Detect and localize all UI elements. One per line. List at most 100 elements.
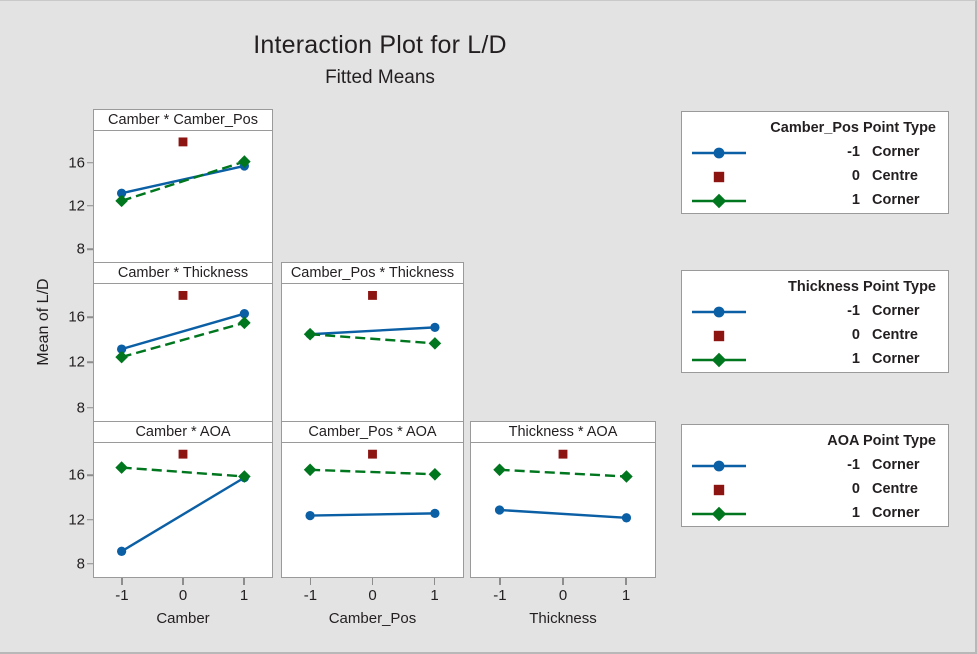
x-axis-title-thickness: Thickness xyxy=(529,610,597,627)
panel-plot-thickness-aoa xyxy=(471,443,655,577)
y-tick-mark xyxy=(87,361,93,364)
legend-point-type: Corner xyxy=(872,303,920,319)
panel-camber-aoa: Camber * AOA xyxy=(93,421,273,578)
legend-row: 0 Centre xyxy=(682,479,948,501)
panel-plot-camber-camber_pos xyxy=(94,131,272,262)
legend-point-type: Corner xyxy=(872,351,920,367)
y-axis-row-0: 8 12 16 xyxy=(53,130,93,260)
legend-row: -1 Corner xyxy=(682,142,948,164)
legend-row: -1 Corner xyxy=(682,301,948,323)
panel-title-camber-thickness: Camber * Thickness xyxy=(94,263,272,284)
y-tick-label: 12 xyxy=(68,197,85,215)
legend-marker-circle-icon xyxy=(690,142,748,164)
panel-title-camber_pos-thickness: Camber_Pos * Thickness xyxy=(282,263,463,284)
legend-camber_pos: Camber_Pos Point Type -1 Corner 0 Centre 1 Cor… xyxy=(681,111,949,214)
legend-row: 1 Corner xyxy=(682,503,948,525)
legend-value: -1 xyxy=(847,457,860,473)
legend-value: -1 xyxy=(847,144,860,160)
legend-point-type: Corner xyxy=(872,192,920,208)
y-tick-mark xyxy=(87,563,93,565)
panel-plot-camber_pos-thickness xyxy=(282,284,463,421)
legend-value: 0 xyxy=(851,327,860,343)
x-tick-label: 1 xyxy=(430,587,439,604)
legend-point-type: Corner xyxy=(872,457,920,473)
legend-row: -1 Corner xyxy=(682,455,948,477)
chart-title: Interaction Plot for L/D xyxy=(253,31,507,59)
panel-title-camber-aoa: Camber * AOA xyxy=(94,422,272,443)
x-tick-label: -1 xyxy=(493,587,507,604)
panel-plot-camber-thickness xyxy=(94,284,272,421)
y-axis-row-1: 8 12 16 xyxy=(53,283,93,419)
legend-point-type: Corner xyxy=(872,505,920,521)
y-tick-label: 12 xyxy=(68,511,85,529)
y-axis-title: Mean of L/D xyxy=(35,278,52,366)
legend-point-type: Centre xyxy=(872,481,918,497)
y-tick-label: 8 xyxy=(76,555,85,573)
y-tick-mark xyxy=(87,161,93,164)
x-tick-mark xyxy=(371,578,374,585)
legend-point-type: Centre xyxy=(872,168,918,184)
legend-marker-square-icon xyxy=(690,479,748,501)
legend-marker-circle-icon xyxy=(690,455,748,477)
legend-title-thickness: Thickness Point Type xyxy=(788,279,936,295)
x-axis-title-camber_pos: Camber_Pos xyxy=(328,610,417,627)
y-tick-label: 12 xyxy=(68,353,85,371)
legend-row: 0 Centre xyxy=(682,325,948,347)
panel-plot-camber_pos-aoa xyxy=(282,443,463,577)
x-tick-label: 1 xyxy=(239,587,249,604)
y-tick-label: 8 xyxy=(76,240,85,258)
legend-point-type: Corner xyxy=(872,144,920,160)
legend-aoa: AOA Point Type -1 Corner 0 Centre 1 Corner xyxy=(681,424,949,527)
panel-title-camber-camber_pos: Camber * Camber_Pos xyxy=(94,110,272,131)
x-axis-title-camber: Camber xyxy=(156,610,210,627)
x-tick-mark xyxy=(562,578,564,585)
panel-camber-camber_pos: Camber * Camber_Pos xyxy=(93,109,273,263)
x-tick-label: -1 xyxy=(303,587,318,604)
legend-marker-diamond-icon xyxy=(690,349,748,371)
x-tick-label: 0 xyxy=(178,587,188,604)
legend-row: 1 Corner xyxy=(682,349,948,371)
x-tick-mark xyxy=(182,578,184,585)
legend-point-type: Centre xyxy=(872,327,918,343)
y-tick-mark xyxy=(87,316,93,318)
x-tick-label: -1 xyxy=(115,587,129,604)
panel-thickness-aoa: Thickness * AOA xyxy=(470,421,656,578)
panel-plot-camber-aoa xyxy=(94,443,272,577)
y-axis-row-2: 8 12 16 xyxy=(53,442,93,575)
x-tick-label: 0 xyxy=(558,587,568,604)
interaction-plot-window: Interaction Plot for L/D Fitted Means Me… xyxy=(0,0,977,654)
x-tick-label: 1 xyxy=(621,587,631,604)
legend-marker-diamond-icon xyxy=(690,503,748,525)
legend-marker-diamond-icon xyxy=(690,190,748,212)
panel-camber_pos-aoa: Camber_Pos * AOA xyxy=(281,421,464,578)
legend-title-aoa: AOA Point Type xyxy=(827,433,936,449)
legend-value: 1 xyxy=(851,192,860,208)
legend-title-camber_pos: Camber_Pos Point Type xyxy=(770,120,936,136)
y-tick-mark xyxy=(87,518,93,521)
y-tick-mark xyxy=(87,205,93,207)
panel-title-camber_pos-aoa: Camber_Pos * AOA xyxy=(282,422,463,443)
x-tick-mark xyxy=(309,578,312,585)
legend-marker-square-icon xyxy=(690,166,748,188)
y-tick-mark xyxy=(87,474,93,476)
x-tick-mark xyxy=(433,578,436,585)
legend-value: 0 xyxy=(851,481,860,497)
x-tick-mark xyxy=(121,578,123,585)
legend-row: 0 Centre xyxy=(682,166,948,188)
y-tick-mark xyxy=(87,248,93,250)
y-tick-label: 16 xyxy=(68,308,85,326)
legend-value: 0 xyxy=(851,168,860,184)
panel-camber-thickness: Camber * Thickness xyxy=(93,262,273,422)
panel-camber_pos-thickness: Camber_Pos * Thickness xyxy=(281,262,464,422)
legend-value: 1 xyxy=(851,505,860,521)
legend-thickness: Thickness Point Type -1 Corner 0 Centre 1 Corn… xyxy=(681,270,949,373)
legend-row: 1 Corner xyxy=(682,190,948,212)
y-tick-label: 16 xyxy=(68,466,85,484)
x-tick-label: 0 xyxy=(368,587,377,604)
y-tick-label: 16 xyxy=(68,154,85,171)
y-tick-label: 8 xyxy=(76,399,85,417)
x-tick-mark xyxy=(243,578,245,585)
chart-subtitle: Fitted Means xyxy=(325,67,435,88)
legend-value: 1 xyxy=(851,351,860,367)
legend-value: -1 xyxy=(847,303,860,319)
